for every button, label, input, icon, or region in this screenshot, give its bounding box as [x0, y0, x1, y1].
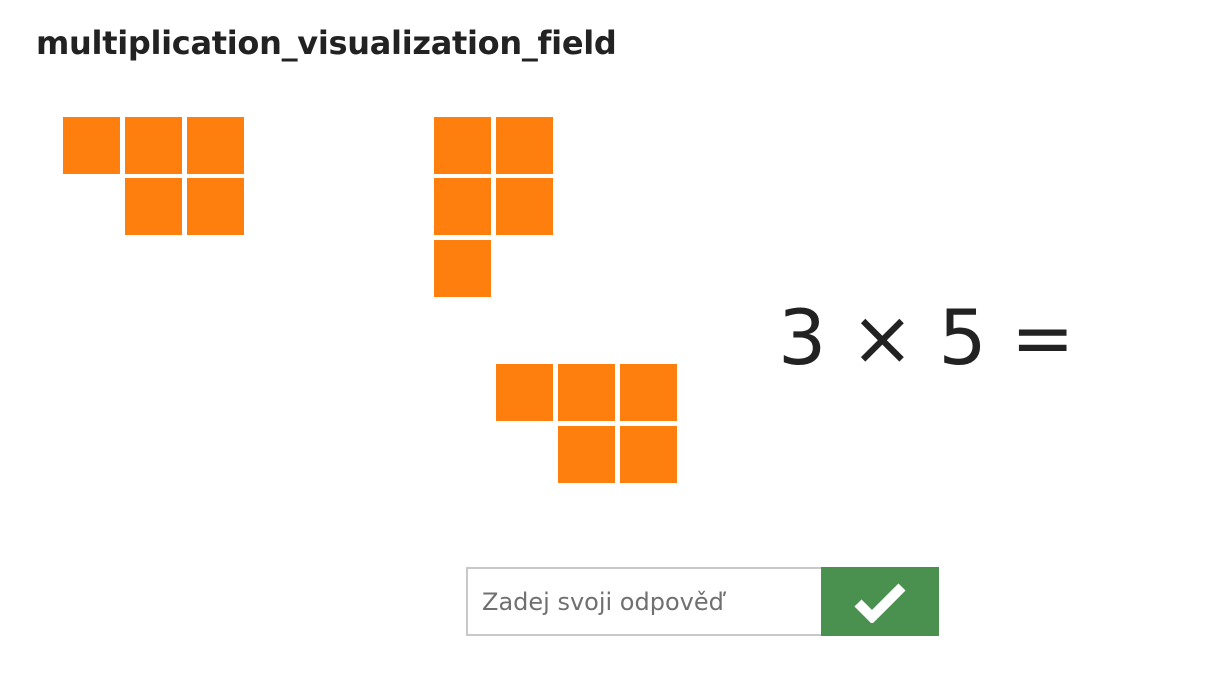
answer-form — [466, 567, 939, 636]
tile — [620, 426, 677, 483]
tile — [620, 364, 677, 421]
tile — [434, 178, 491, 235]
equation-text: 3 × 5 = — [778, 293, 1075, 382]
tile — [434, 117, 491, 174]
tile — [187, 178, 244, 235]
tile — [496, 178, 553, 235]
tile — [496, 117, 553, 174]
answer-input[interactable] — [466, 567, 821, 636]
tile — [558, 364, 615, 421]
tile — [125, 178, 182, 235]
checkmark-icon — [854, 582, 906, 623]
tile — [558, 426, 615, 483]
submit-button[interactable] — [821, 567, 939, 636]
tile — [496, 364, 553, 421]
tile — [434, 240, 491, 297]
tile — [63, 117, 120, 174]
tile — [125, 117, 182, 174]
page-title: multiplication_visualization_field — [36, 24, 617, 62]
tile — [187, 117, 244, 174]
exercise-page: multiplication_visualization_field 3 × 5… — [0, 0, 1218, 688]
